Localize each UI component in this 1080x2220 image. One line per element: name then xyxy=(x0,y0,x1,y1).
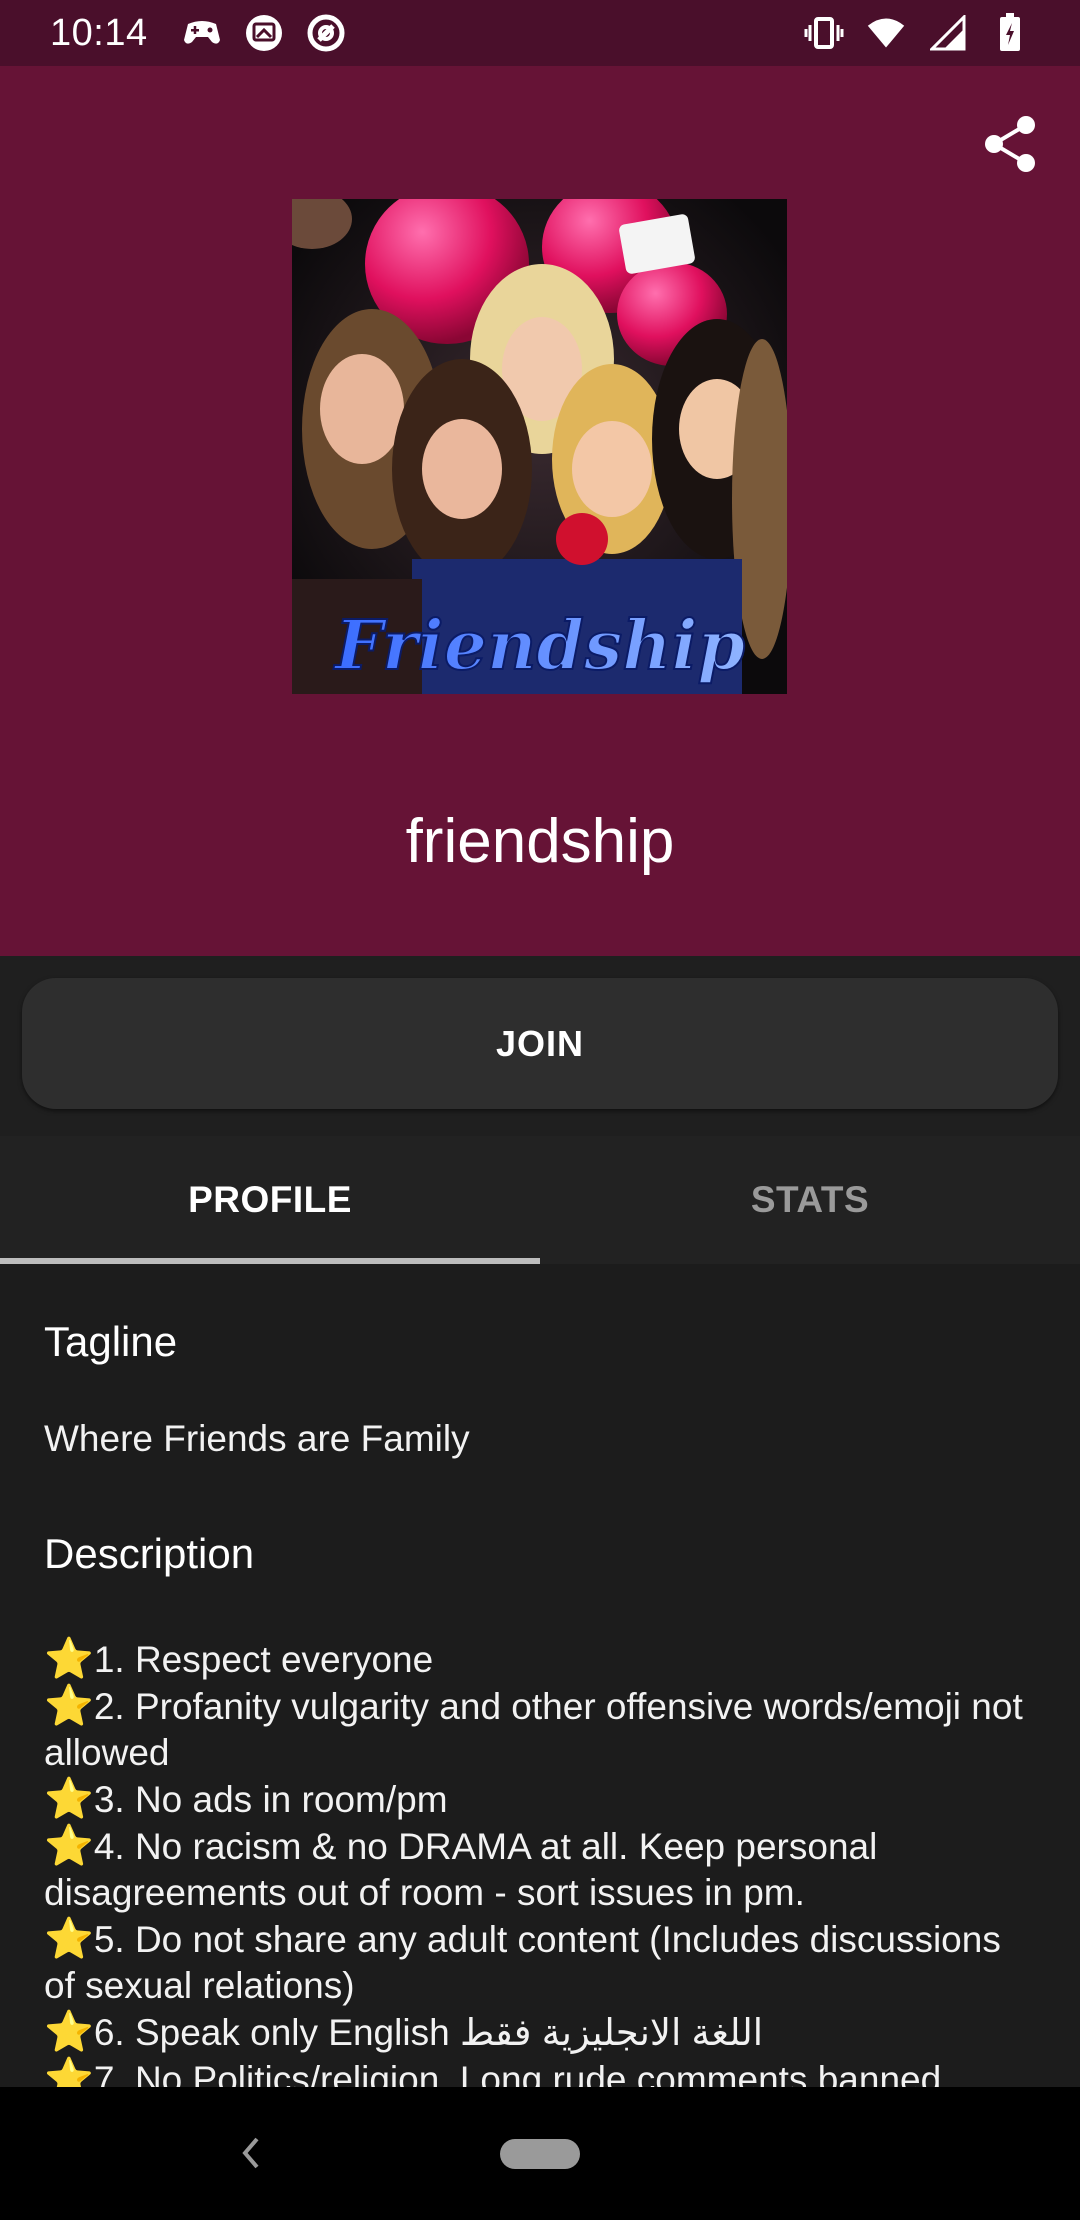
tab-stats-label: STATS xyxy=(750,1179,870,1220)
rule-text: 1. Respect everyone xyxy=(93,1639,434,1680)
list-item: ⭐5. Do not share any adult content (Incl… xyxy=(44,1916,1036,2009)
rule-text: 6. Speak only English اللغة الانجليزية ف… xyxy=(93,2012,764,2053)
rule-text: 4. No racism & no DRAMA at all. Keep per… xyxy=(44,1826,878,1913)
description-heading: Description xyxy=(44,1530,255,1577)
star-icon: ⭐ xyxy=(44,1824,94,1868)
status-left-icons xyxy=(182,13,346,53)
star-icon: ⭐ xyxy=(44,1684,94,1728)
room-image: Friendship xyxy=(292,199,787,694)
star-icon: ⭐ xyxy=(44,2010,94,2054)
navigation-bar xyxy=(0,2087,1080,2220)
list-item: ⭐6. Speak only English اللغة الانجليزية … xyxy=(44,2009,1036,2056)
rule-text: 7. No Politics/religion. Long rude comme… xyxy=(93,2059,942,2087)
signal-icon xyxy=(928,13,968,53)
tab-bar: PROFILE STATS xyxy=(0,1136,1080,1264)
vibrate-icon xyxy=(804,13,844,53)
home-button[interactable] xyxy=(500,2139,580,2169)
star-icon: ⭐ xyxy=(44,2057,94,2087)
list-item: ⭐1. Respect everyone xyxy=(44,1636,1036,1683)
battery-icon xyxy=(990,13,1030,53)
game-controller-icon xyxy=(182,13,222,53)
screen-cast-icon xyxy=(244,13,284,53)
rule-text: 2. Profanity vulgarity and other offensi… xyxy=(44,1686,1023,1773)
list-item: ⭐4. No racism & no DRAMA at all. Keep pe… xyxy=(44,1823,1036,1916)
rule-text: 5. Do not share any adult content (Inclu… xyxy=(44,1919,1001,2006)
join-section: JOIN xyxy=(0,956,1080,1136)
tagline-heading: Tagline xyxy=(44,1318,178,1365)
back-button[interactable] xyxy=(222,2125,278,2181)
list-item: ⭐7. No Politics/religion. Long rude comm… xyxy=(44,2056,1036,2087)
star-icon: ⭐ xyxy=(44,1917,94,1961)
star-icon: ⭐ xyxy=(44,1637,94,1681)
image-caption: Friendship xyxy=(333,606,745,686)
rules-list: ⭐1. Respect everyone ⭐2. Profanity vulga… xyxy=(44,1636,1036,2087)
back-chevron-icon xyxy=(242,2137,259,2169)
status-time: 10:14 xyxy=(50,11,148,54)
share-icon xyxy=(985,116,1035,172)
status-bar: 10:14 xyxy=(0,0,1080,66)
share-button[interactable] xyxy=(978,112,1042,176)
at-sign-icon xyxy=(306,13,346,53)
rule-text: 3. No ads in room/pm xyxy=(93,1779,448,1820)
room-title: friendship xyxy=(405,807,675,876)
tab-profile[interactable]: PROFILE xyxy=(0,1136,540,1264)
status-right-icons xyxy=(804,13,1030,53)
tab-stats[interactable]: STATS xyxy=(540,1136,1080,1264)
star-icon: ⭐ xyxy=(44,1777,94,1821)
tagline-text: Where Friends are Family xyxy=(44,1418,470,1459)
list-item: ⭐2. Profanity vulgarity and other offens… xyxy=(44,1683,1036,1776)
list-item: ⭐3. No ads in room/pm xyxy=(44,1776,1036,1823)
room-header: Friendship friendship xyxy=(0,66,1080,956)
profile-content[interactable]: Tagline Where Friends are Family Descrip… xyxy=(0,1264,1080,2087)
tab-profile-label: PROFILE xyxy=(188,1179,352,1220)
join-button[interactable]: JOIN xyxy=(22,978,1058,1109)
wifi-icon xyxy=(866,13,906,53)
